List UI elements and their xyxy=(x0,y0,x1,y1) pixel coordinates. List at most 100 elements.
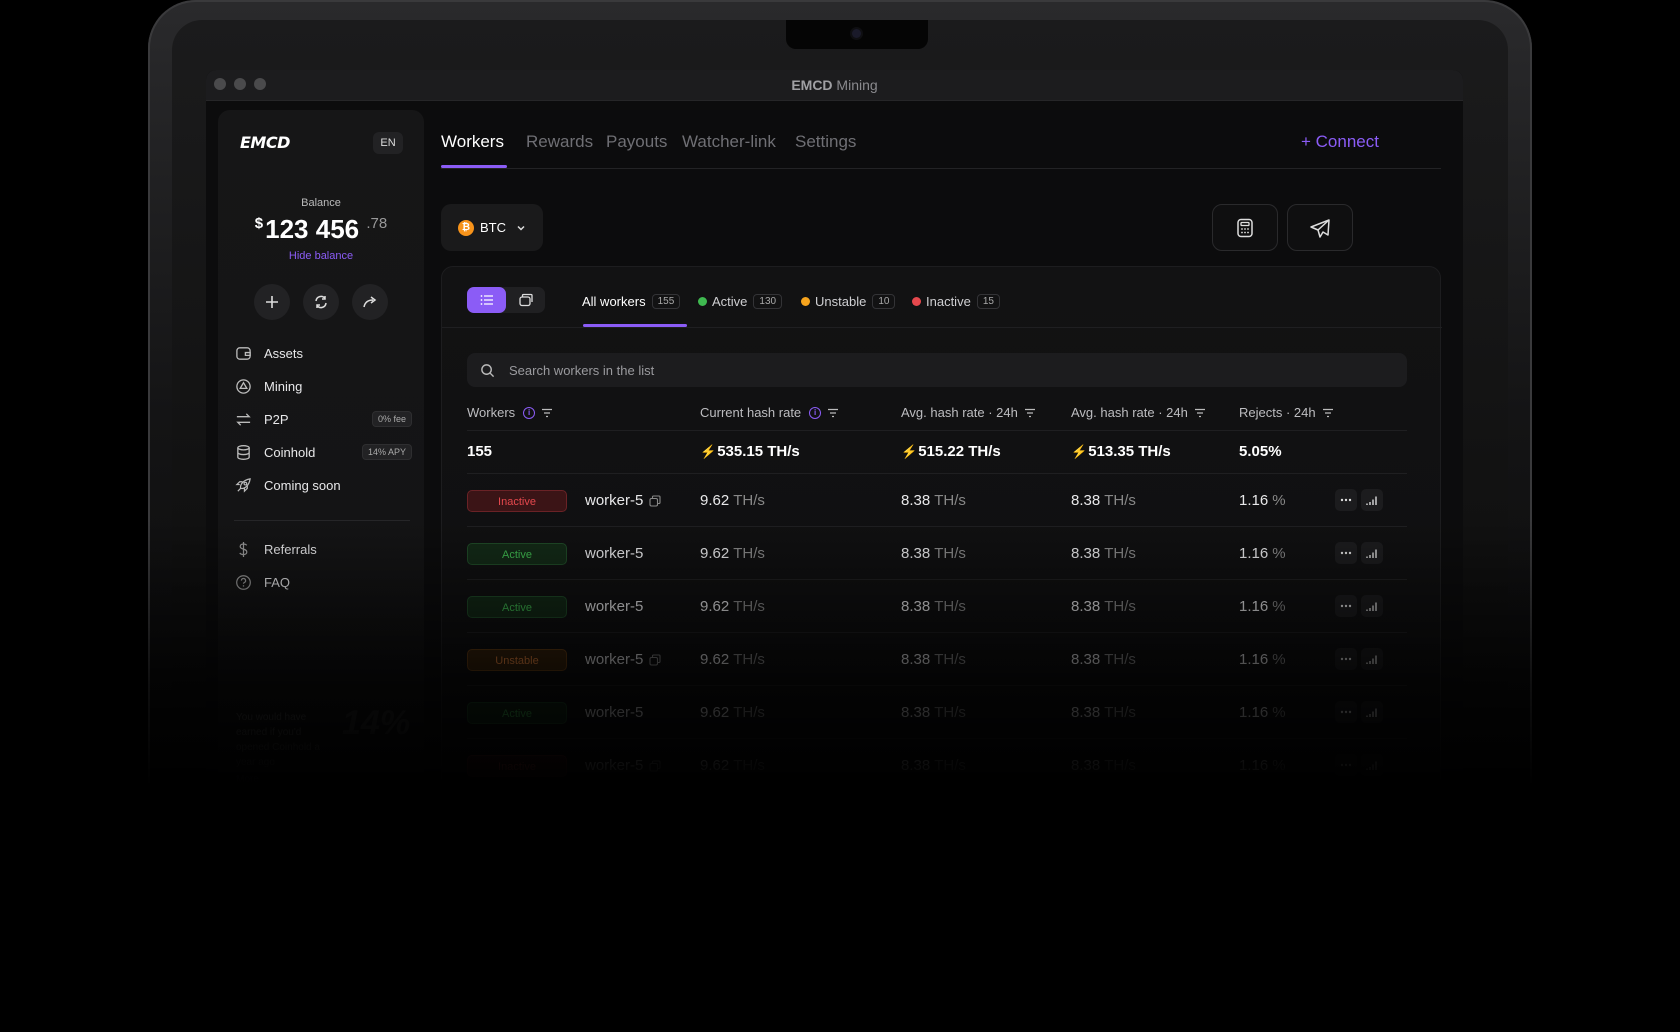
filter-icon[interactable] xyxy=(827,407,839,419)
more-actions-button[interactable] xyxy=(1335,701,1357,723)
signal-bars-icon xyxy=(1366,655,1377,664)
header-divider xyxy=(467,430,1407,431)
hash-unit: TH/s xyxy=(1104,704,1136,721)
hash-unit: TH/s xyxy=(733,757,765,774)
table-row[interactable]: Inactive worker-5 9.62 TH/s 8.38 TH/s 8.38 TH/s… xyxy=(467,739,1407,792)
promo-more-link[interactable]: More xyxy=(236,774,259,785)
filter-all-workers[interactable]: All workers 155 xyxy=(582,294,681,309)
filter-icon[interactable] xyxy=(1194,407,1206,419)
group-view-button[interactable] xyxy=(506,287,545,313)
calculator-button[interactable] xyxy=(1212,204,1278,251)
filter-icon[interactable] xyxy=(1024,407,1036,419)
copy-icon[interactable] xyxy=(649,759,661,772)
column-header-avg-hash-2[interactable]: Avg. hash rate · 24h xyxy=(1071,405,1206,420)
share-icon xyxy=(363,296,377,308)
total-rejects: 5.05% xyxy=(1239,443,1282,460)
status-badge: Inactive xyxy=(467,489,567,512)
worker-name[interactable]: worker-5 xyxy=(585,492,643,509)
current-hash-value: 9.62 xyxy=(700,810,730,827)
telegram-button[interactable] xyxy=(1287,204,1353,251)
stats-button[interactable] xyxy=(1361,489,1383,511)
tab-settings[interactable]: Settings xyxy=(795,132,856,152)
tab-workers[interactable]: Workers xyxy=(441,132,504,152)
stats-button[interactable] xyxy=(1361,807,1383,829)
filter-active[interactable]: Active 130 xyxy=(698,294,783,309)
worker-name[interactable]: worker-5 xyxy=(585,704,643,721)
sidebar-item-coinhold[interactable]: Coinhold 14% APY xyxy=(234,439,412,465)
sidebar-item-referrals-link[interactable]: Referrals xyxy=(234,536,412,562)
share-button[interactable] xyxy=(352,284,388,320)
stats-button[interactable] xyxy=(1361,754,1383,776)
worker-name[interactable]: worker-5 xyxy=(585,598,643,615)
account-item[interactable]: Almashraq... xyxy=(238,812,333,828)
worker-name[interactable]: worker-5 xyxy=(585,545,643,562)
avg-hash-value: 8.38 xyxy=(901,757,931,774)
column-header-avg-hash-1[interactable]: Avg. hash rate · 24h xyxy=(901,405,1036,420)
column-header-current-hash[interactable]: Current hash rate i xyxy=(700,405,839,420)
exchange-button[interactable] xyxy=(303,284,339,320)
stats-button[interactable] xyxy=(1361,542,1383,564)
avg-hash-value: 8.38 xyxy=(901,810,931,827)
coin-selector[interactable]: ₿ BTC xyxy=(441,204,543,251)
sidebar-item-coming-soon[interactable]: Coming soon xyxy=(234,472,412,498)
sidebar-item-assets[interactable]: Assets xyxy=(234,340,412,366)
more-horizontal-icon xyxy=(1340,498,1352,502)
filter-icon[interactable] xyxy=(541,407,553,419)
worker-name[interactable]: worker-5 xyxy=(585,757,643,774)
table-row[interactable]: Unstable worker-5 9.62 TH/s 8.38 TH/s 8.38 TH/s… xyxy=(467,633,1407,686)
filter-unstable[interactable]: Unstable 10 xyxy=(801,294,896,309)
table-row[interactable]: Inactive worker-5 9.62 TH/s 8.38 TH/s 8.38 TH/s… xyxy=(467,474,1407,527)
table-row[interactable]: Active worker-5 9.62 TH/s 8.38 TH/s 8.38 TH/s 1.… xyxy=(467,580,1407,633)
stats-button[interactable] xyxy=(1361,701,1383,723)
tab-payouts[interactable]: Payouts xyxy=(606,132,667,152)
current-hash-value: 9.62 xyxy=(700,757,730,774)
search-bar[interactable] xyxy=(467,353,1407,387)
emcd-logo[interactable]: EMCD xyxy=(240,133,290,152)
table-row[interactable]: Active worker-5 9.62 TH/s 8.38 TH/s 8.38 TH/s 1.… xyxy=(467,527,1407,580)
column-header-workers[interactable]: Workers i xyxy=(467,405,553,420)
hide-balance-link[interactable]: Hide balance xyxy=(218,250,424,262)
language-switch[interactable]: EN xyxy=(373,132,403,154)
connect-button[interactable]: + Connect xyxy=(1301,132,1379,152)
signal-bars-icon xyxy=(1366,496,1377,505)
more-actions-button[interactable] xyxy=(1335,754,1357,776)
list-view-button[interactable] xyxy=(467,287,506,313)
more-actions-button[interactable] xyxy=(1335,648,1357,670)
sidebar-item-mining[interactable]: Mining xyxy=(234,373,412,399)
avg-hash-value: 8.38 xyxy=(901,492,931,509)
chevron-down-icon xyxy=(517,225,525,231)
filter-icon[interactable] xyxy=(1322,407,1334,419)
more-actions-button[interactable] xyxy=(1335,807,1357,829)
coinhold-promo-card[interactable]: You would have earned if you'd opened Co… xyxy=(224,700,414,800)
tab-rewards[interactable]: Rewards xyxy=(526,132,593,152)
copy-icon[interactable] xyxy=(649,494,661,507)
hash-unit: TH/s xyxy=(1104,651,1136,668)
more-actions-button[interactable] xyxy=(1335,542,1357,564)
stats-button[interactable] xyxy=(1361,595,1383,617)
deposit-button[interactable] xyxy=(254,284,290,320)
avg-hash-value-2: 8.38 xyxy=(1071,598,1101,615)
column-header-rejects[interactable]: Rejects · 24h xyxy=(1239,405,1334,420)
tab-watcher-link[interactable]: Watcher-link xyxy=(682,132,776,152)
stats-button[interactable] xyxy=(1361,648,1383,670)
search-input[interactable] xyxy=(507,361,1311,379)
signal-bars-icon xyxy=(1366,708,1377,717)
filter-inactive[interactable]: Inactive 15 xyxy=(912,294,1000,309)
copy-icon[interactable] xyxy=(649,812,661,825)
sidebar-item-faq[interactable]: FAQ xyxy=(234,569,412,595)
bitcoin-icon: ₿ xyxy=(458,219,474,236)
rejects-value: 1.16 xyxy=(1239,810,1269,827)
sidebar-item-p2p[interactable]: P2P 0% fee xyxy=(234,406,412,432)
info-icon[interactable]: i xyxy=(523,406,536,419)
table-row[interactable]: Active worker-5 9.62 TH/s 8.38 TH/s 8.38 TH/s 1.… xyxy=(467,686,1407,739)
worker-name[interactable]: worker-5 xyxy=(585,810,643,827)
copy-icon[interactable] xyxy=(649,653,661,666)
avg-hash-value-2: 8.38 xyxy=(1071,757,1101,774)
current-hash-value: 9.62 xyxy=(700,651,730,668)
worker-name[interactable]: worker-5 xyxy=(585,651,643,668)
more-horizontal-icon xyxy=(1340,816,1352,820)
more-actions-button[interactable] xyxy=(1335,595,1357,617)
more-actions-button[interactable] xyxy=(1335,489,1357,511)
info-icon[interactable]: i xyxy=(809,406,822,419)
table-row[interactable]: Active worker-5 9.62 TH/s 8.38 TH/s 8.33 TH/s 1.… xyxy=(467,792,1407,845)
